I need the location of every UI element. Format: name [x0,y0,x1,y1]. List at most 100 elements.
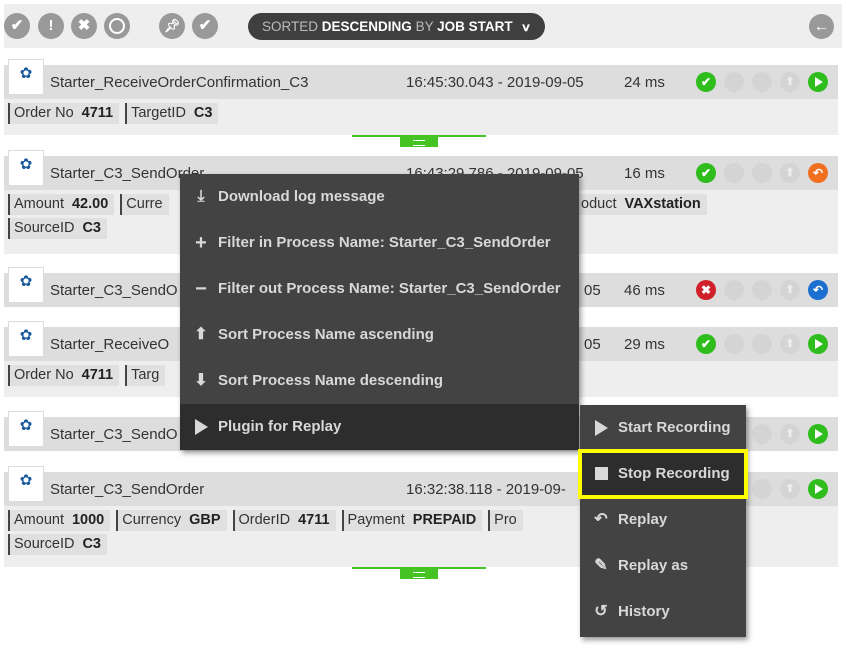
menu-item-filter-in[interactable]: + Filter in Process Name: Starter_C3_Send… [180,220,579,266]
sort-direction: DESCENDING [321,19,412,34]
attribute-chip: Amount 42.00 [8,194,115,215]
sort-by: BY [415,19,434,34]
attribute-chip: Payment PREPAID [341,510,483,531]
filter-warning-exclamation-icon[interactable]: ! [38,13,64,39]
process-name: Starter_ReceiveO [50,336,170,353]
process-name: Starter_ReceiveOrderConfirmation_C3 [50,74,309,91]
duration: 46 ms [624,282,665,299]
expander-handle[interactable] [352,135,486,147]
check-all-icon[interactable]: ✔ [192,13,218,39]
menu-item-sort-descending[interactable]: ⬇ Sort Process Name descending [180,358,579,404]
expand-icon[interactable] [400,569,438,579]
pin-icon[interactable]: 📌︎ [159,13,185,39]
sort-field: JOB START [437,19,513,34]
menu-item-plugin-replay[interactable]: Plugin for Replay [180,404,579,450]
attribute-chip: TargetID C3 [125,103,219,124]
chevron-down-icon: ∨ [521,22,532,34]
filter-circle-icon[interactable] [104,13,130,39]
status-empty-icon [752,163,772,183]
attribute-chip: Order No 4711 [8,103,120,124]
play-icon[interactable] [808,72,828,92]
menu-item-sort-ascending[interactable]: ⬆ Sort Process Name ascending [180,312,579,358]
context-menu: ⤓ Download log message + Filter in Process… [180,174,579,450]
status-empty-icon [752,280,772,300]
replay-icon[interactable]: ↶ [808,163,828,183]
error-x-icon: ✖ [696,280,716,300]
attribute-chip: SourceID C3 [8,534,107,555]
play-icon[interactable] [808,424,828,444]
pencil-icon: ✎ [594,557,608,574]
expander-handle[interactable] [352,567,486,579]
attribute-chip: Targ [125,365,166,386]
duration: 16 ms [624,165,665,182]
gear-icon[interactable]: ✿ [8,150,44,186]
pin-icon[interactable]: ⬆ [780,334,800,354]
attribute-chip: Pro [488,510,523,531]
replay-submenu: Start Recording Stop Recording ↶ Replay ✎… [578,405,748,637]
attributes: Order No 4711 TargetID C3 [4,99,838,129]
status-empty-icon [752,479,772,499]
filter-success-check-icon[interactable]: ✔ [4,13,30,39]
menu-item-filter-out[interactable]: − Filter out Process Name: Starter_C3_Sen… [180,266,579,312]
status-empty-icon [752,424,772,444]
toolbar: ✔ ! ✖ 📌︎ ✔ SORTED DESCENDING BY JOB STAR… [4,4,842,48]
play-icon[interactable] [808,479,828,499]
timestamp: 16:45:30.043 - 2019-09-05 [406,74,584,91]
process-name: Starter_C3_SendO [50,282,178,299]
success-check-icon: ✔ [696,334,716,354]
gear-icon[interactable]: ✿ [8,466,44,502]
status-empty-icon [724,163,744,183]
play-icon [192,404,210,450]
pin-icon[interactable]: ⬆ [780,72,800,92]
timestamp: 05 [584,336,601,353]
submenu-item-replay[interactable]: ↶ Replay [580,497,746,543]
attribute-chip: Curre [120,194,169,215]
arrow-down-icon: ⬇ [194,372,208,389]
process-name: Starter_C3_SendOrder [50,481,205,498]
replay-icon[interactable]: ↶ [808,280,828,300]
filter-error-x-icon[interactable]: ✖ [71,13,97,39]
plus-icon: + [195,232,207,254]
gear-icon[interactable]: ✿ [8,411,44,447]
status-empty-icon [724,334,744,354]
pin-icon[interactable]: ⬆ [780,424,800,444]
pin-icon[interactable]: ⬆ [780,280,800,300]
sort-dropdown[interactable]: SORTED DESCENDING BY JOB START ∨ [248,13,545,40]
submenu-item-stop-recording[interactable]: Stop Recording [578,449,748,499]
minus-icon: − [195,278,207,300]
menu-item-download-log[interactable]: ⤓ Download log message [180,174,579,220]
attribute-chip: Amount 1000 [8,510,111,531]
sort-prefix: SORTED [262,19,319,34]
gear-icon[interactable]: ✿ [8,321,44,357]
play-icon [592,405,610,451]
timestamp: 05 [584,282,601,299]
download-icon: ⤓ [197,188,205,205]
pin-icon[interactable]: ⬆ [780,479,800,499]
status-empty-icon [724,280,744,300]
log-entry: ✿ Starter_ReceiveOrderConfirmation_C3 16… [4,59,838,135]
expand-icon[interactable] [400,137,438,147]
gear-icon[interactable]: ✿ [8,59,44,95]
submenu-item-replay-as[interactable]: ✎ Replay as [580,543,746,589]
submenu-item-start-recording[interactable]: Start Recording [580,405,746,451]
arrow-left-icon[interactable]: ← [809,14,834,39]
gear-icon[interactable]: ✿ [8,267,44,303]
status-empty-icon [752,334,772,354]
attribute-chip: Order No 4711 [8,365,120,386]
arrow-up-icon: ⬆ [194,326,208,343]
submenu-item-history[interactable]: ↺ History [580,589,746,635]
attribute-chip: OrderID 4711 [232,510,336,531]
process-name: Starter_C3_SendO [50,426,178,443]
duration: 29 ms [624,336,665,353]
status-empty-icon [752,72,772,92]
attribute-chip: SourceID C3 [8,218,107,239]
success-check-icon: ✔ [696,72,716,92]
play-icon[interactable] [808,334,828,354]
duration: 24 ms [624,74,665,91]
attribute-chip: oduct VAXstation [577,194,707,215]
pin-icon[interactable]: ⬆ [780,163,800,183]
reply-icon: ↶ [594,511,608,528]
status-empty-icon [724,72,744,92]
timestamp: 16:32:38.118 - 2019-09- [406,481,566,498]
entry-header[interactable]: ✿ Starter_ReceiveOrderConfirmation_C3 16… [4,59,838,99]
